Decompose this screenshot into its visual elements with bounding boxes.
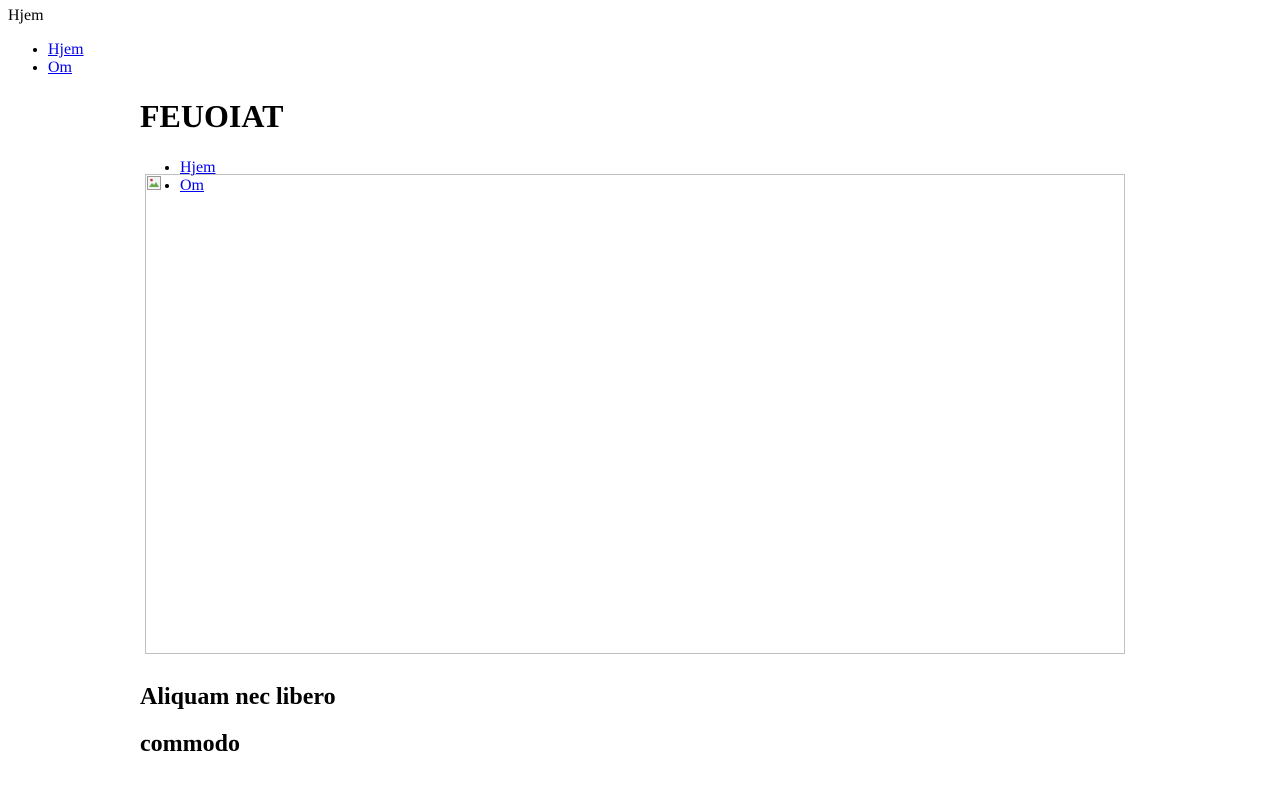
top-nav: Hjem Om <box>48 41 84 77</box>
inner-nav-item-home: Hjem <box>180 159 216 177</box>
inner-nav: Hjem Om <box>180 159 216 195</box>
section-heading: Aliquam nec libero <box>140 684 336 710</box>
hero-image <box>145 174 1125 654</box>
section-heading: commodo <box>140 731 240 757</box>
inner-nav-link-home[interactable]: Hjem <box>180 159 216 176</box>
top-nav-link-home[interactable]: Hjem <box>48 41 84 58</box>
broken-image-icon <box>147 176 161 190</box>
inner-nav-link-about[interactable]: Om <box>180 177 204 194</box>
top-nav-item-home: Hjem <box>48 41 84 59</box>
top-nav-item-about: Om <box>48 59 84 77</box>
inner-nav-item-about: Om <box>180 177 216 195</box>
header-label: Hjem <box>8 7 44 24</box>
top-nav-link-about[interactable]: Om <box>48 59 72 76</box>
page-title: FEUOIAT <box>140 98 284 134</box>
